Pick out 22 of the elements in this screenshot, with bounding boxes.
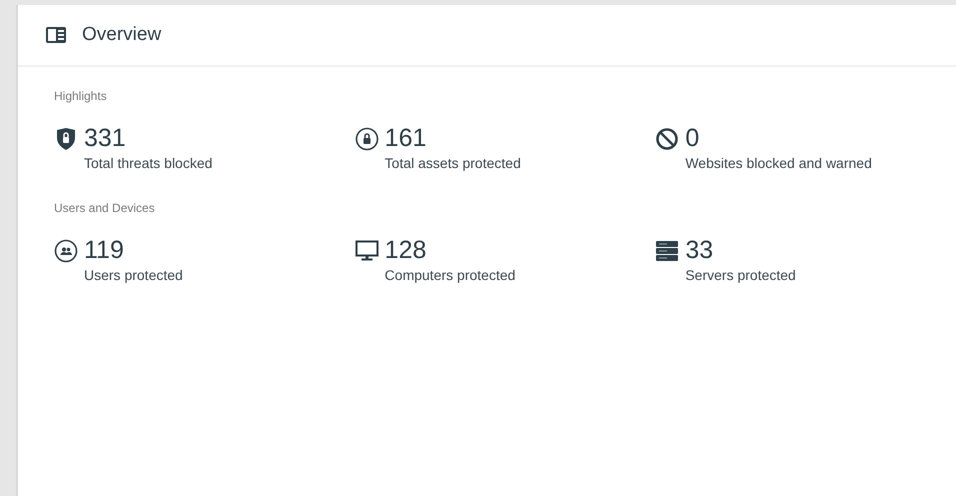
stat-value: 119 <box>84 235 125 265</box>
section-heading: Users and Devices <box>54 201 156 215</box>
stat-value: 128 <box>384 235 428 265</box>
panel-title: Overview <box>82 24 162 46</box>
stat-label: Computers protected <box>384 267 516 283</box>
stat-value: 331 <box>84 123 127 153</box>
prohibited-icon <box>655 127 680 151</box>
shield-icon <box>54 127 78 151</box>
stat-label: Total assets protected <box>384 155 521 171</box>
monitor-icon <box>354 239 379 263</box>
lock-icon <box>354 127 379 151</box>
stat-value: 33 <box>685 235 714 265</box>
stat-value: 161 <box>384 123 428 153</box>
users-icon <box>54 239 78 263</box>
stat-label: Users protected <box>84 267 183 283</box>
stat-value: 0 <box>685 123 700 153</box>
section-heading: Highlights <box>54 89 108 103</box>
server-icon <box>655 239 680 263</box>
stat-label: Servers protected <box>685 267 796 283</box>
stat-label: Websites blocked and warned <box>685 155 872 171</box>
panel-icon <box>46 27 66 43</box>
stat-label: Total threats blocked <box>84 155 212 171</box>
